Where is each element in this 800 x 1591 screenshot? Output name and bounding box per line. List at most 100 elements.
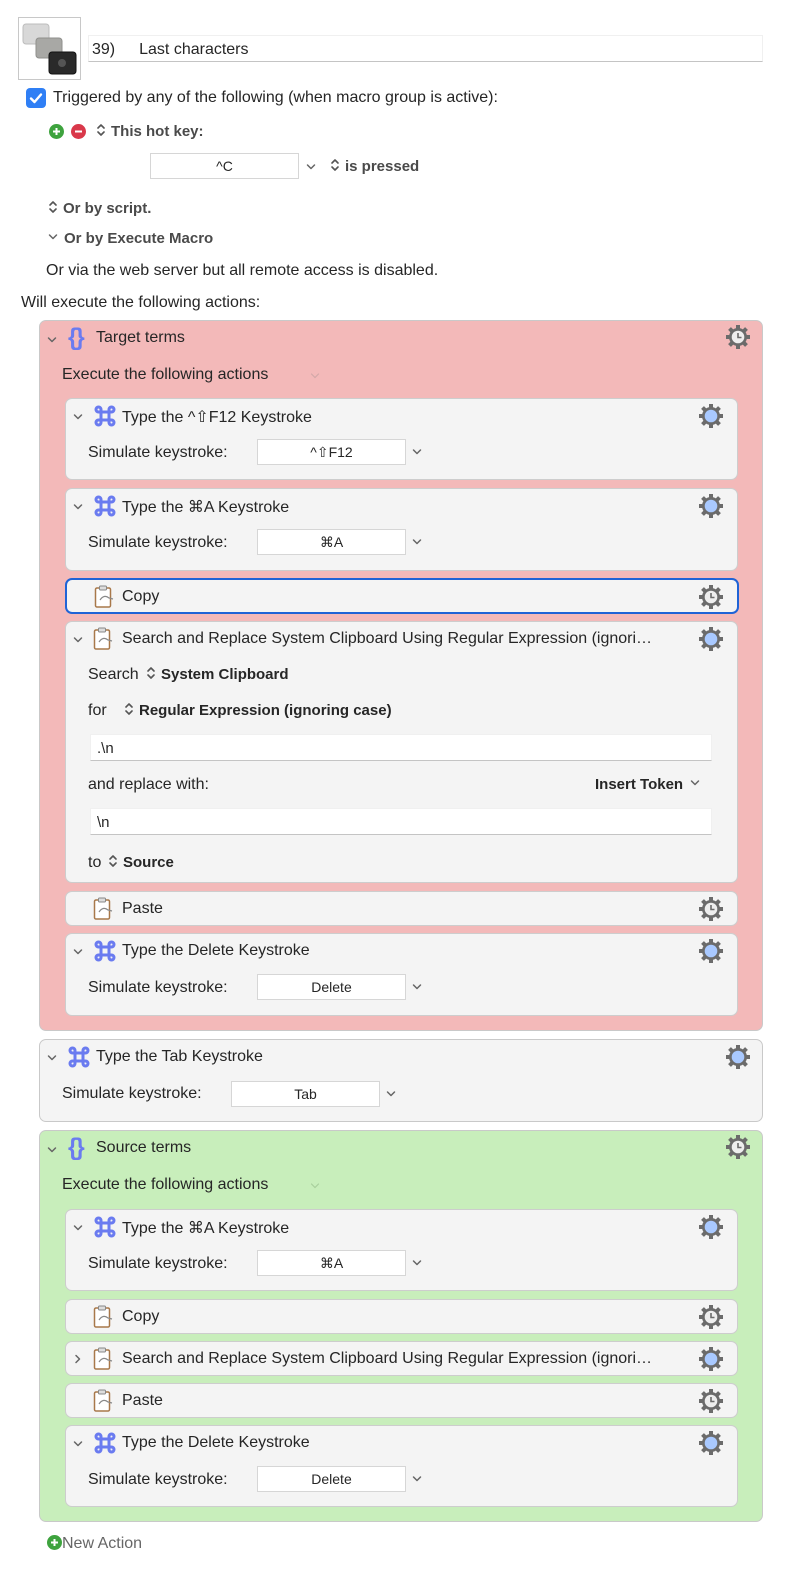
clipboard-icon [93,1389,113,1413]
action-title: Type the ^⇧F12 Keystroke [122,409,312,426]
keystroke-field[interactable]: Tab [231,1081,380,1107]
collapse-chevron-icon[interactable] [47,1054,57,1062]
execute-following-label: Execute the following actions [62,1176,269,1193]
macro-name-field[interactable]: 39) Last characters [88,35,763,62]
collapse-chevron-icon[interactable] [47,1146,57,1154]
gear-icon[interactable] [725,1044,751,1070]
simulate-keystroke-label: Simulate keystroke: [62,1085,202,1102]
web-server-label: Or via the web server but all remote acc… [46,262,439,279]
action-type-keystroke[interactable]: Type the Delete Keystroke Simulate keyst… [65,1425,738,1507]
triggered-checkbox[interactable] [26,88,46,108]
keyboard-keys-icon [22,23,77,75]
gear-clock-icon[interactable] [698,1304,724,1330]
search-pattern-field[interactable]: .\n [90,734,712,761]
gear-icon[interactable] [698,1214,724,1240]
gear-clock-icon[interactable] [698,1388,724,1414]
search-source-popup[interactable]: System Clipboard [146,666,289,683]
keystroke-field[interactable]: ^⇧F12 [257,439,406,465]
destination-popup[interactable]: Source [108,854,174,871]
add-trigger-button[interactable] [49,124,64,139]
simulate-keystroke-label: Simulate keystroke: [88,534,228,551]
macro-icon[interactable] [18,17,81,80]
chevron-down-icon [690,779,700,787]
collapse-chevron-icon[interactable] [73,413,83,421]
gear-icon[interactable] [698,626,724,652]
action-search-replace[interactable]: Search and Replace System Clipboard Usin… [65,1341,738,1376]
keystroke-field[interactable]: Delete [257,974,406,1000]
keystroke-field[interactable]: ⌘A [257,529,406,555]
simulate-keystroke-label: Simulate keystroke: [88,444,228,461]
collapse-chevron-icon[interactable] [73,1224,83,1232]
or-by-script-popup[interactable]: Or by script. [48,200,151,217]
gear-clock-icon[interactable] [725,1134,751,1160]
gear-icon[interactable] [698,1346,724,1372]
keystroke-dropdown-chevron-icon[interactable] [412,983,422,991]
keystroke-dropdown-chevron-icon[interactable] [412,448,422,456]
keystroke-dropdown-chevron-icon[interactable] [412,538,422,546]
hotkey-condition-popup[interactable]: is pressed [330,158,419,175]
action-search-replace[interactable]: Search and Replace System Clipboard Usin… [65,621,738,883]
gear-icon[interactable] [698,403,724,429]
search-label: Search [88,666,139,683]
group-title: Target terms [96,329,185,346]
collapse-chevron-icon[interactable] [73,948,83,956]
hotkey-dropdown-chevron-icon[interactable] [306,163,316,171]
action-copy[interactable]: Copy [65,1299,738,1334]
action-type-keystroke[interactable]: Type the ^⇧F12 Keystroke Simulate keystr… [65,398,738,480]
gear-icon[interactable] [698,938,724,964]
insert-token-button[interactable]: Insert Token [595,776,700,793]
search-mode-popup[interactable]: Regular Expression (ignoring case) [124,702,392,719]
to-label: to [88,854,102,871]
checkmark-icon [29,93,43,104]
action-paste[interactable]: Paste [65,1383,738,1418]
updown-icon [330,158,340,172]
action-title: Type the ⌘A Keystroke [122,1220,290,1237]
action-title: Type the ⌘A Keystroke [122,499,290,516]
keystroke-dropdown-chevron-icon[interactable] [412,1259,422,1267]
or-by-execute-macro-disclosure[interactable]: Or by Execute Macro [48,230,213,247]
execute-chevron-icon[interactable] [310,1182,320,1190]
gear-clock-icon[interactable] [698,896,724,922]
updown-icon [108,854,118,868]
group-source-terms[interactable]: {} Source terms Execute the following ac… [39,1130,763,1522]
action-title: Paste [122,1392,163,1409]
action-paste[interactable]: Paste [65,891,738,926]
remove-trigger-button[interactable] [71,124,86,139]
search-source-value: System Clipboard [161,666,289,683]
action-type-tab-keystroke[interactable]: Type the Tab Keystroke Simulate keystrok… [39,1039,763,1122]
keystroke-field[interactable]: ⌘A [257,1250,406,1276]
clipboard-icon [94,585,114,609]
expand-chevron-icon[interactable] [74,1354,82,1364]
keystroke-field[interactable]: Delete [257,1466,406,1492]
collapse-chevron-icon[interactable] [73,636,83,644]
keystroke-dropdown-chevron-icon[interactable] [386,1090,396,1098]
group-target-terms[interactable]: {} Target terms Execute the following ac… [39,320,763,1031]
collapse-chevron-icon[interactable] [73,1440,83,1448]
gear-icon[interactable] [698,1430,724,1456]
action-title: Paste [122,900,163,917]
keystroke-dropdown-chevron-icon[interactable] [412,1475,422,1483]
collapse-chevron-icon[interactable] [47,336,57,344]
replace-value-field[interactable]: \n [90,808,712,835]
plus-icon [53,128,60,135]
gear-clock-icon[interactable] [725,324,751,350]
gear-clock-icon[interactable] [698,584,724,610]
action-type-keystroke[interactable]: Type the Delete Keystroke Simulate keyst… [65,933,738,1016]
hotkey-condition-label: is pressed [345,158,420,175]
action-type-keystroke[interactable]: Type the ⌘A Keystroke Simulate keystroke… [65,488,738,571]
clipboard-icon [93,627,113,651]
action-type-keystroke[interactable]: Type the ⌘A Keystroke Simulate keystroke… [65,1209,738,1291]
trigger-type-popup[interactable]: This hot key: [96,123,204,140]
action-title: Search and Replace System Clipboard Usin… [122,1350,653,1367]
hotkey-field[interactable]: ^C [150,153,299,179]
new-action-button[interactable]: New Action [47,1535,142,1553]
destination-value: Source [123,854,174,871]
collapse-chevron-icon[interactable] [73,503,83,511]
execute-chevron-icon[interactable] [310,372,320,380]
action-title: Type the Delete Keystroke [122,1434,310,1451]
add-circle-icon [47,1535,62,1550]
gear-icon[interactable] [698,493,724,519]
minus-icon [75,130,82,133]
action-copy[interactable]: Copy [65,578,739,614]
action-title: Type the Tab Keystroke [96,1048,263,1065]
